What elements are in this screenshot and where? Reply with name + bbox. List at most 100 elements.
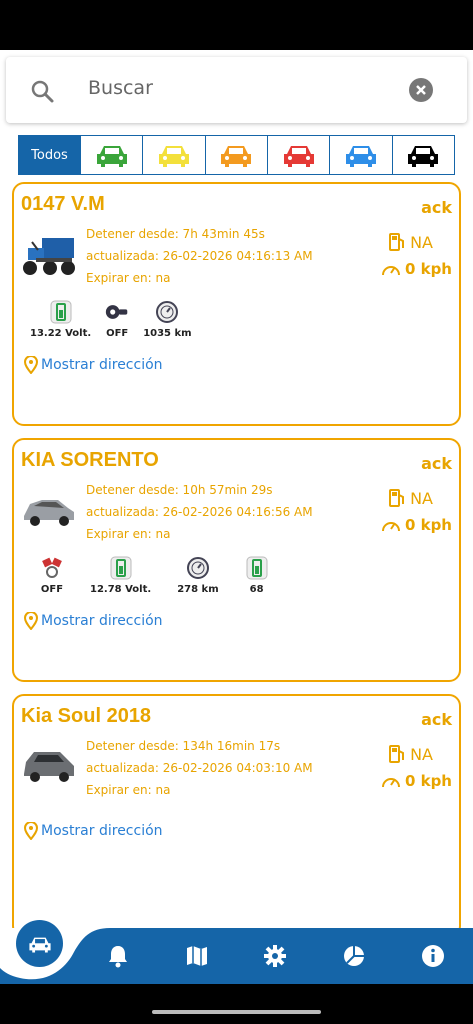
show-address-link[interactable]: Mostrar dirección (24, 356, 163, 374)
bell-icon[interactable] (105, 943, 131, 969)
sensor-value: 13.22 Volt. (30, 328, 92, 339)
clear-icon[interactable] (409, 78, 433, 102)
car-blue-icon (345, 146, 376, 167)
location-pin-icon (24, 356, 38, 374)
status-label: ack (421, 710, 452, 729)
sensor-value: OFF (40, 584, 64, 595)
updated-time: actualizada: 26-02-2026 04:16:13 AM (86, 249, 313, 263)
odometer-icon (186, 556, 210, 580)
battery-icon (245, 556, 269, 580)
vehicle-name: Kia Soul 2018 (21, 705, 152, 727)
show-address-label[interactable]: Mostrar dirección (41, 357, 163, 373)
filter-all[interactable]: Todos (19, 136, 81, 174)
color-filter-bar: Todos (18, 135, 455, 175)
car-red-icon (283, 146, 314, 167)
location-pin-icon (24, 612, 38, 630)
speedometer-icon (381, 778, 400, 788)
gear-icon[interactable] (262, 943, 288, 969)
car-orange-icon (221, 146, 252, 167)
fuel-value: NA (410, 488, 433, 508)
sensor-odometer: 1035 km (143, 300, 192, 339)
sensor-value: 68 (249, 584, 264, 595)
filter-orange[interactable] (205, 136, 268, 174)
sensor-engine: OFF (40, 556, 64, 595)
pie-chart-icon[interactable] (341, 943, 367, 969)
speed: 0 kph (381, 260, 452, 278)
car-yellow-icon (158, 146, 189, 167)
status-label: ack (421, 454, 452, 473)
battery-icon (109, 556, 133, 580)
show-address-link[interactable]: Mostrar dirección (24, 612, 163, 630)
car-green-icon (96, 146, 127, 167)
sensor-battery: 12.78 Volt. (90, 556, 151, 595)
fuel-level: NA (388, 488, 433, 508)
speed: 0 kph (381, 516, 452, 534)
battery-icon (49, 300, 73, 324)
stopped-since: Detener desde: 10h 57min 29s (86, 483, 273, 497)
search-input[interactable]: Buscar (88, 77, 153, 99)
show-address-link[interactable]: Mostrar dirección (24, 822, 163, 840)
vehicles-tab-button[interactable] (16, 920, 63, 967)
filter-green[interactable] (81, 136, 144, 174)
sensor-battery-level: 68 (245, 556, 269, 595)
fuel-level: NA (388, 232, 433, 252)
filter-blue[interactable] (330, 136, 393, 174)
system-nav-bar (0, 984, 473, 1024)
search-bar[interactable]: Buscar (6, 57, 467, 123)
search-icon (31, 80, 54, 103)
vehicle-name: 0147 V.M (21, 193, 105, 215)
speed-value: 0 kph (404, 516, 452, 534)
sensor-row: 13.22 Volt. OFF 1035 km (30, 300, 206, 339)
home-handle[interactable] (152, 1010, 321, 1014)
vehicle-card[interactable]: 0147 V.M ack Detener desde: 7h 43min 45s… (12, 182, 461, 426)
fuel-icon (389, 233, 405, 251)
updated-time: actualizada: 26-02-2026 04:16:56 AM (86, 505, 313, 519)
speedometer-icon (381, 522, 400, 532)
stopped-since: Detener desde: 134h 16min 17s (86, 739, 281, 753)
car-black-icon (408, 146, 439, 167)
speed-value: 0 kph (404, 260, 452, 278)
show-address-label[interactable]: Mostrar dirección (41, 823, 163, 839)
status-label: ack (421, 198, 452, 217)
filter-red[interactable] (267, 136, 331, 174)
car-icon (28, 937, 51, 952)
speed: 0 kph (381, 772, 452, 790)
filter-yellow[interactable] (143, 136, 206, 174)
map-icon[interactable] (184, 943, 210, 969)
stopped-since: Detener desde: 7h 43min 45s (86, 227, 265, 241)
vehicle-name: KIA SORENTO (21, 449, 159, 471)
bottom-nav (0, 928, 473, 984)
updated-time: actualizada: 26-02-2026 04:03:10 AM (86, 761, 313, 775)
engine-pistons-icon (40, 556, 64, 580)
sensor-ignition: OFF (105, 300, 129, 339)
ignition-key-icon (105, 300, 129, 324)
info-icon[interactable] (420, 943, 446, 969)
sensor-value: 12.78 Volt. (90, 584, 152, 595)
sensor-value: 278 km (177, 584, 219, 595)
app-screen: Buscar Todos 0147 V.M ack Detener desde:… (0, 50, 473, 984)
fuel-icon (389, 745, 405, 763)
sensor-row: OFF 12.78 Volt. 278 km 68 (40, 556, 283, 595)
odometer-icon (155, 300, 179, 324)
vehicle-card[interactable]: KIA SORENTO ack Detener desde: 10h 57min… (12, 438, 461, 682)
fuel-level: NA (388, 744, 433, 764)
vehicle-card[interactable]: Kia Soul 2018 ack Detener desde: 134h 16… (12, 694, 461, 938)
expires-in: Expirar en: na (86, 527, 171, 541)
show-address-label[interactable]: Mostrar dirección (41, 613, 163, 629)
sensor-battery: 13.22 Volt. (30, 300, 91, 339)
speed-value: 0 kph (404, 772, 452, 790)
expires-in: Expirar en: na (86, 271, 171, 285)
status-bar (0, 0, 473, 50)
motor-tricycle-image (23, 238, 75, 275)
suv-image (24, 500, 74, 526)
sensor-odometer: 278 km (177, 556, 219, 595)
speedometer-icon (381, 266, 400, 276)
sensor-value: OFF (106, 328, 129, 339)
fuel-value: NA (410, 744, 433, 764)
expires-in: Expirar en: na (86, 783, 171, 797)
sensor-value: 1035 km (143, 328, 192, 339)
filter-black[interactable] (392, 136, 454, 174)
fuel-value: NA (410, 232, 433, 252)
location-pin-icon (24, 822, 38, 840)
fuel-icon (389, 489, 405, 507)
